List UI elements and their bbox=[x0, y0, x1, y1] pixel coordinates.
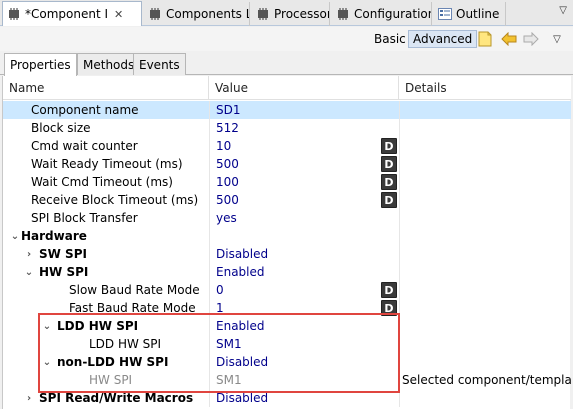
table-row[interactable]: Wait Cmd Timeout (ms) 100 D bbox=[3, 173, 571, 191]
processor-icon bbox=[256, 8, 270, 20]
property-name: SW SPI bbox=[39, 247, 87, 261]
table-row[interactable]: SPI Block Transfer yes bbox=[3, 209, 571, 227]
property-name: Component name bbox=[31, 103, 139, 117]
property-name: HW SPI bbox=[39, 265, 89, 279]
table-header: Name Value Details bbox=[3, 76, 571, 100]
property-name: Cmd wait counter bbox=[31, 139, 138, 153]
tab-properties[interactable]: Properties bbox=[4, 53, 77, 76]
column-header-details[interactable]: Details bbox=[399, 76, 571, 100]
property-details bbox=[399, 299, 571, 317]
table-row[interactable]: Cmd wait counter 10 D bbox=[3, 137, 571, 155]
view-menu-icon[interactable]: ▽ bbox=[559, 5, 567, 16]
property-value[interactable]: 100 bbox=[209, 173, 399, 191]
property-details bbox=[399, 317, 571, 335]
default-value-button[interactable]: D bbox=[381, 192, 397, 208]
property-value bbox=[209, 227, 399, 245]
property-details: Selected component/template bbox=[399, 371, 571, 389]
group-sw-spi: › SW SPI bbox=[3, 245, 209, 263]
tab-outline[interactable]: Outline bbox=[434, 2, 506, 26]
back-arrow-icon[interactable] bbox=[500, 30, 518, 48]
property-name: Wait Ready Timeout (ms) bbox=[31, 157, 183, 171]
property-details bbox=[399, 137, 571, 155]
tab-configuration[interactable]: Configuration bbox=[332, 2, 432, 26]
property-name: Wait Cmd Timeout (ms) bbox=[31, 175, 173, 189]
property-value[interactable]: 10 bbox=[209, 137, 399, 155]
table-row[interactable]: › SW SPI Disabled bbox=[3, 245, 571, 263]
inspector-toolbar: Basic Advanced ▽ bbox=[0, 27, 573, 51]
property-value[interactable]: SD1 bbox=[209, 101, 399, 119]
table-row[interactable]: Receive Block Timeout (ms) 500 D bbox=[3, 191, 571, 209]
tab-label: *Component I bbox=[25, 7, 109, 21]
column-header-name[interactable]: Name bbox=[3, 76, 209, 100]
advanced-mode-button[interactable]: Advanced bbox=[408, 30, 478, 48]
property-name: Hardware bbox=[21, 229, 87, 243]
tab-component-inspector[interactable]: *Component I ✕ bbox=[2, 1, 142, 26]
property-details bbox=[399, 119, 571, 137]
default-value-button[interactable]: D bbox=[381, 282, 397, 298]
column-header-value[interactable]: Value bbox=[209, 76, 399, 100]
table-row[interactable]: Block size 512 bbox=[3, 119, 571, 137]
configuration-icon bbox=[336, 8, 350, 20]
close-icon[interactable]: ✕ bbox=[114, 8, 123, 21]
outline-icon bbox=[438, 8, 452, 20]
chevron-down-icon[interactable]: ⌄ bbox=[23, 267, 35, 278]
table-row[interactable]: ⌄ HW SPI Enabled bbox=[3, 263, 571, 281]
chevron-right-icon[interactable]: › bbox=[23, 393, 35, 404]
property-details bbox=[399, 353, 571, 371]
tab-label: Configuration bbox=[354, 7, 432, 21]
property-value[interactable]: 512 bbox=[209, 119, 399, 137]
table-row[interactable]: Component name SD1 bbox=[3, 101, 571, 119]
property-value[interactable]: 500 bbox=[209, 155, 399, 173]
tab-events[interactable]: Events bbox=[133, 53, 186, 75]
property-value[interactable]: 0 bbox=[209, 281, 399, 299]
tab-label: Components L bbox=[166, 7, 250, 21]
property-value[interactable]: 500 bbox=[209, 191, 399, 209]
property-name: Receive Block Timeout (ms) bbox=[31, 193, 199, 207]
default-value-button[interactable]: D bbox=[381, 156, 397, 172]
component-icon bbox=[7, 8, 21, 20]
property-value[interactable]: yes bbox=[209, 209, 399, 227]
property-details bbox=[399, 245, 571, 263]
basic-mode-button[interactable]: Basic bbox=[370, 30, 410, 48]
group-hw-spi: ⌄ HW SPI bbox=[3, 263, 209, 281]
table-row[interactable]: ⌄ Hardware bbox=[3, 227, 571, 245]
property-name: Slow Baud Rate Mode bbox=[69, 283, 200, 297]
tab-label: Processor bbox=[274, 7, 330, 21]
property-name: SPI Block Transfer bbox=[31, 211, 138, 225]
chevron-down-icon[interactable]: ⌄ bbox=[9, 231, 21, 242]
default-value-button[interactable]: D bbox=[381, 138, 397, 154]
property-details bbox=[399, 173, 571, 191]
property-details bbox=[399, 209, 571, 227]
components-library-icon bbox=[148, 8, 162, 20]
inspector-subtabs: Properties Methods Events bbox=[0, 51, 573, 76]
forward-arrow-icon[interactable] bbox=[522, 30, 540, 48]
table-row[interactable]: Slow Baud Rate Mode 0 D bbox=[3, 281, 571, 299]
property-details bbox=[399, 335, 571, 353]
property-details bbox=[399, 191, 571, 209]
property-details bbox=[399, 227, 571, 245]
property-name: SPI Read/Write Macros bbox=[39, 391, 194, 405]
editor-tab-bar: *Component I ✕ Components L Processor Co… bbox=[0, 0, 573, 26]
tab-methods[interactable]: Methods bbox=[77, 53, 141, 75]
dropdown-menu-icon[interactable]: ▽ bbox=[548, 30, 566, 48]
property-details bbox=[399, 263, 571, 281]
property-details bbox=[399, 155, 571, 173]
property-value[interactable]: Enabled bbox=[209, 263, 399, 281]
table-row[interactable]: Wait Ready Timeout (ms) 500 D bbox=[3, 155, 571, 173]
property-details bbox=[399, 389, 571, 407]
tab-label: Outline bbox=[456, 7, 500, 21]
default-value-button[interactable]: D bbox=[381, 174, 397, 190]
annotation-highlight-box bbox=[38, 313, 400, 393]
chevron-right-icon[interactable]: › bbox=[23, 249, 35, 260]
group-hardware: ⌄ Hardware bbox=[3, 227, 209, 245]
tab-processor[interactable]: Processor bbox=[252, 2, 330, 26]
property-name: Block size bbox=[31, 121, 91, 135]
property-value[interactable]: Disabled bbox=[209, 245, 399, 263]
property-details bbox=[399, 281, 571, 299]
tab-components-library[interactable]: Components L bbox=[144, 2, 250, 26]
new-note-icon[interactable] bbox=[476, 30, 494, 48]
property-details bbox=[399, 101, 571, 119]
